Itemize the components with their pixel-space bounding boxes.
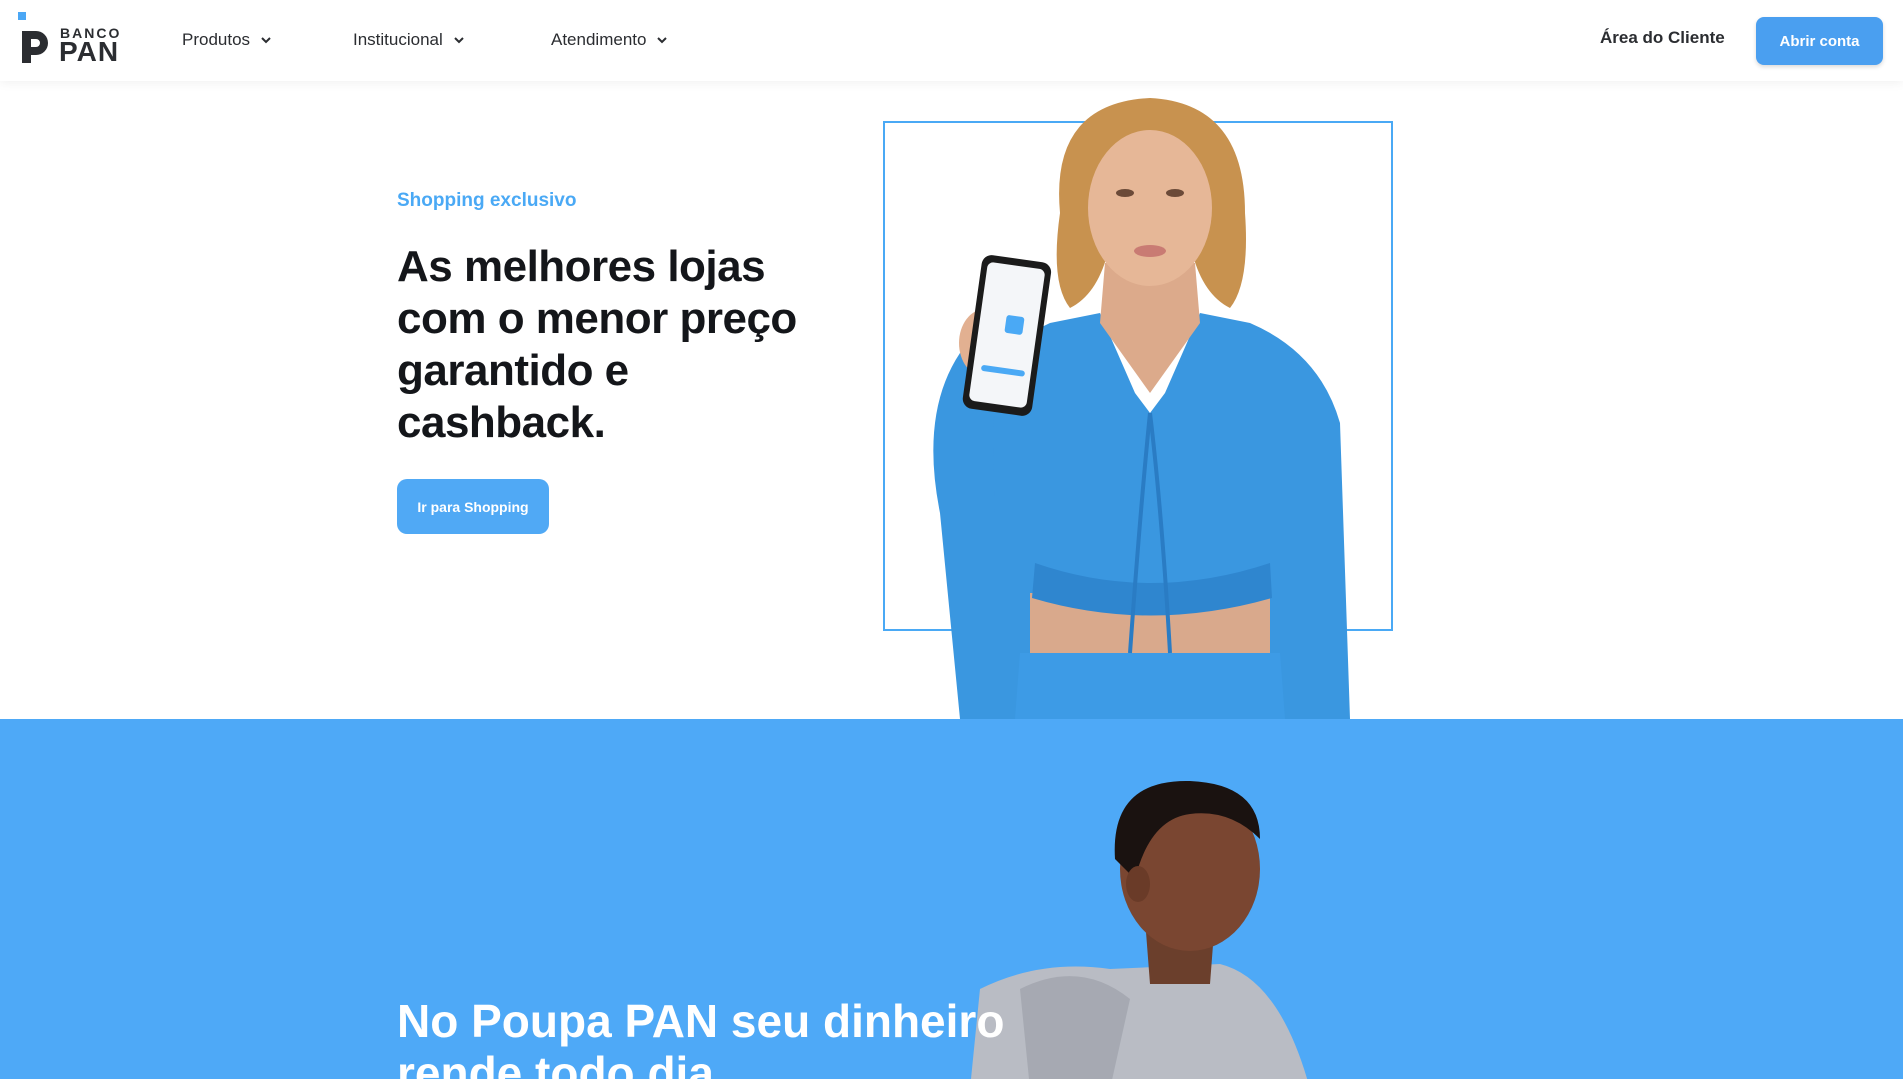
woman-holding-phone-image [933, 98, 1350, 719]
shopping-eyebrow: Shopping exclusivo [397, 190, 577, 211]
logo-accent-dot [18, 12, 26, 20]
client-area-link[interactable]: Área do Cliente [1600, 28, 1725, 48]
site-header: BANCO PAN Produtos Institucional Atendim… [0, 0, 1903, 81]
logo-p-mark [22, 31, 48, 63]
chevron-down-icon [657, 37, 668, 44]
nav-atendimento[interactable]: Atendimento [551, 28, 668, 52]
open-account-button[interactable]: Abrir conta [1756, 17, 1883, 65]
man-portrait-image [971, 780, 1308, 1079]
nav-atendimento-label: Atendimento [551, 30, 647, 49]
nav-produtos[interactable]: Produtos [182, 28, 272, 52]
poupa-pan-hero: No Poupa PAN seu dinheiro rende todo dia [0, 719, 1903, 1079]
nav-produtos-label: Produtos [182, 30, 251, 49]
logo-text-pan: PAN [59, 36, 120, 67]
poupa-pan-title: No Poupa PAN seu dinheiro rende todo dia [397, 995, 1005, 1079]
nav-institucional-label: Institucional [353, 30, 443, 49]
nav-institucional[interactable]: Institucional [353, 28, 465, 52]
shopping-hero: Shopping exclusivo As melhores lojas com… [0, 81, 1903, 719]
banco-pan-logo[interactable]: BANCO PAN [18, 12, 128, 67]
go-to-shopping-button[interactable]: Ir para Shopping [397, 479, 549, 534]
shopping-title: As melhores lojas com o menor preço gara… [397, 242, 797, 447]
chevron-down-icon [261, 37, 271, 44]
chevron-down-icon [454, 37, 464, 44]
